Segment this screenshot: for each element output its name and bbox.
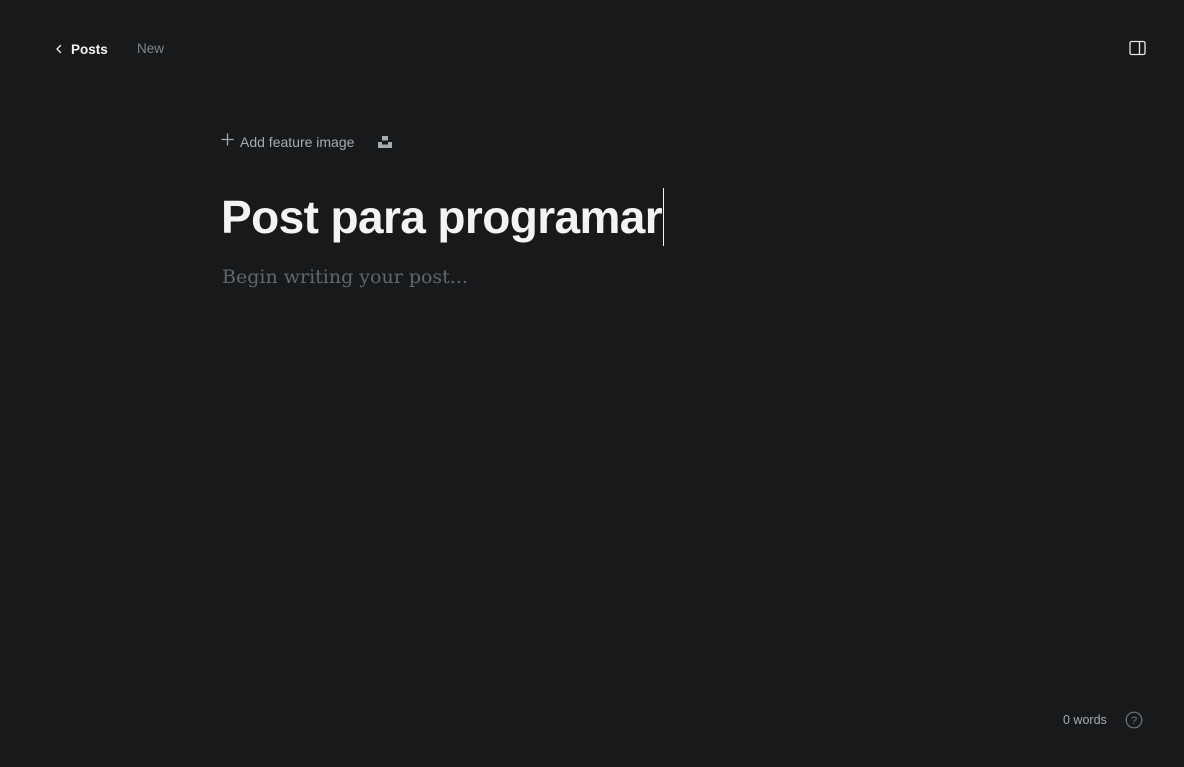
back-link-label: Posts [71,41,108,57]
post-title-input[interactable]: Post para programar [221,186,665,248]
post-body-editor[interactable]: Begin writing your post... [222,266,468,288]
chevron-left-icon [54,43,64,55]
add-feature-image-button[interactable]: Add feature image [221,133,354,151]
post-editor: Posts New Add feature image Post para pr… [0,0,1184,767]
sidebar-toggle-button[interactable] [1129,40,1146,56]
post-status: New [137,41,165,56]
question-circle-icon: ? [1125,711,1143,729]
unsplash-button[interactable] [377,134,393,150]
help-symbol: ? [1131,715,1137,727]
word-count: 0 words [1063,713,1107,727]
feature-image-row: Add feature image [221,132,393,152]
back-to-posts-link[interactable]: Posts [54,39,108,59]
post-body-placeholder: Begin writing your post... [222,266,468,288]
post-title-text: Post para programar [221,191,663,243]
add-feature-image-label: Add feature image [240,134,355,150]
plus-icon [221,133,234,151]
unsplash-icon [377,134,393,150]
help-button[interactable]: ? [1125,711,1143,729]
sidebar-toggle-icon [1129,40,1146,56]
text-caret [663,188,665,246]
